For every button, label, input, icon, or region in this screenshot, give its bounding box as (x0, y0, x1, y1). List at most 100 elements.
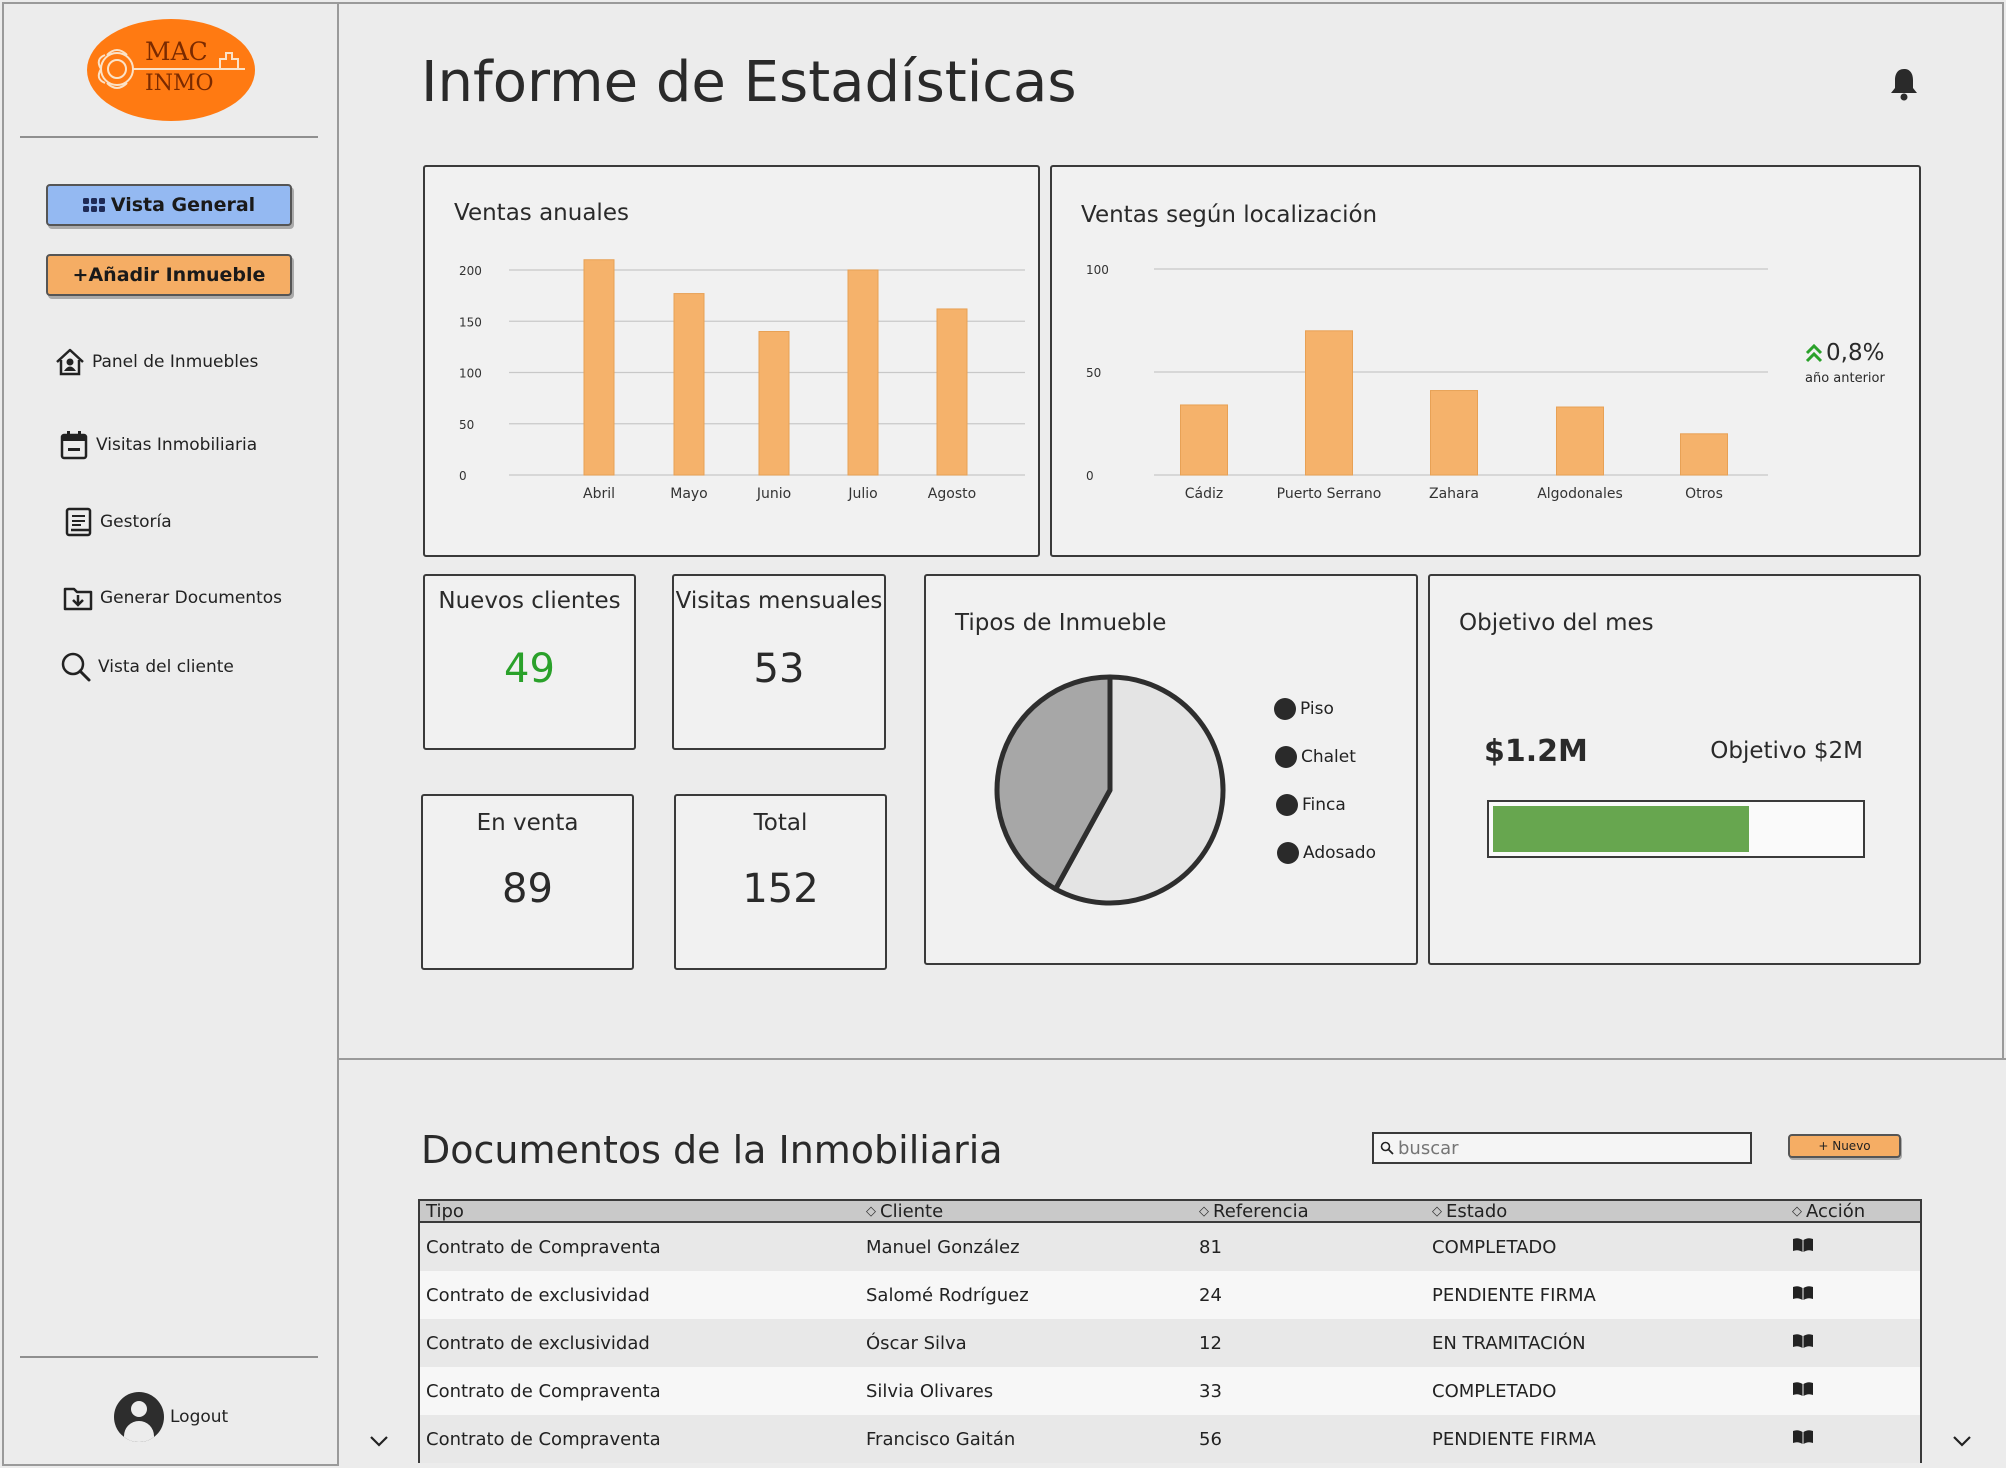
cell-estado: COMPLETADO (1432, 1380, 1557, 1402)
logo[interactable]: MAC INMO (87, 19, 255, 121)
table-row[interactable]: Contrato de Compraventa Silvia Olivares … (420, 1367, 1920, 1415)
column-label: Tipo (426, 1200, 464, 1222)
logo-text-top: MAC (145, 37, 208, 66)
cell-referencia: 33 (1199, 1380, 1222, 1402)
sidebar-item-documents[interactable]: Generar Documentos (62, 582, 282, 614)
bell-icon[interactable] (1888, 66, 1920, 102)
column-header-accion[interactable]: ◇ Acción (1786, 1201, 1920, 1222)
cell-accion (1786, 1285, 1920, 1306)
cell-referencia: 56 (1199, 1428, 1222, 1450)
x-tick-label: Otros (1685, 486, 1723, 502)
annual-sales-chart: 0 50 100 150 200 Abril Mayo Junio Julio Agosto (459, 259, 1025, 502)
chevron-down-icon[interactable] (368, 1434, 390, 1448)
legend-item: Adosado (1277, 842, 1376, 864)
location-sales-card: Ventas según localización 0 50 100 Cádiz Pue… (1050, 165, 1921, 557)
new-clients-label: Nuevos clientes (438, 588, 621, 614)
sort-icon: ◇ (866, 1203, 876, 1219)
total-value: 152 (742, 866, 819, 912)
cell-tipo: Contrato de Compraventa (426, 1428, 661, 1450)
cell-cliente: Silvia Olivares (866, 1380, 994, 1402)
column-label: Acción (1806, 1200, 1866, 1222)
new-document-button[interactable]: + Nuevo (1788, 1134, 1901, 1158)
column-header-cliente[interactable]: ◇ Cliente (860, 1201, 1193, 1222)
logout-button[interactable]: Logout (114, 1392, 228, 1442)
annual-sales-card: Ventas anuales 0 50 100 150 200 Abril Mayo Juni… (423, 165, 1040, 557)
logo-text-bottom: INMO (145, 71, 214, 96)
change-value: 0,8% (1826, 340, 1885, 366)
page-title: Informe de Estadísticas (421, 50, 1077, 115)
goal-progress-bar (1487, 800, 1865, 858)
sidebar-item-client-view[interactable]: Vista del cliente (60, 651, 234, 683)
cell-estado: PENDIENTE FIRMA (1432, 1428, 1596, 1450)
chevron-down-icon[interactable] (1951, 1434, 1973, 1448)
for-sale-card: En venta 89 (421, 794, 634, 970)
cell-estado: EN TRAMITACIÓN (1432, 1332, 1586, 1354)
sidebar-item-visits[interactable]: Visitas Inmobiliaria (58, 429, 257, 461)
sidebar-divider-top (20, 136, 318, 138)
column-header-tipo[interactable]: Tipo (420, 1201, 860, 1222)
sidebar: MAC INMO Vista General +Añadir Inmueble … (2, 2, 339, 1466)
book-icon[interactable] (1792, 1333, 1814, 1349)
goal-current-value: $1.2M (1484, 734, 1588, 769)
sidebar-item-label: Visitas Inmobiliaria (96, 435, 258, 455)
cell-cliente: Francisco Gaitán (866, 1428, 1016, 1450)
bar (583, 259, 615, 476)
add-property-button[interactable]: +Añadir Inmueble (46, 254, 292, 296)
x-tick-label: Algodonales (1537, 486, 1623, 502)
book-icon[interactable] (1792, 1285, 1814, 1301)
table-row[interactable]: Contrato de exclusividad Óscar Silva 12 … (420, 1319, 1920, 1367)
y-tick-label: 0 (1086, 469, 1094, 483)
sidebar-item-label: Panel de Inmuebles (92, 352, 259, 372)
goal-target-value: Objetivo $2M (1710, 738, 1863, 764)
property-types-pie (994, 674, 1226, 906)
sidebar-item-gestoria[interactable]: Gestoría (62, 506, 172, 538)
new-clients-value: 49 (504, 646, 555, 692)
section-divider (339, 1058, 2006, 1060)
home-user-icon (56, 348, 84, 376)
table-row[interactable]: Contrato de exclusividad Salomé Rodrígue… (420, 1271, 1920, 1319)
logout-label: Logout (170, 1407, 229, 1427)
cell-cliente: Manuel González (866, 1236, 1020, 1258)
legend-dot (1275, 746, 1297, 768)
legend-dot (1274, 698, 1296, 720)
x-tick-label: Junio (756, 486, 791, 502)
y-tick-label: 0 (459, 469, 467, 483)
cell-accion (1786, 1237, 1920, 1258)
book-icon[interactable] (1792, 1429, 1814, 1445)
goal-progress-fill (1493, 806, 1750, 852)
overview-button[interactable]: Vista General (46, 184, 292, 226)
y-tick-label: 50 (1086, 366, 1101, 380)
y-tick-label: 100 (459, 367, 482, 381)
avatar (114, 1392, 164, 1442)
location-sales-chart: 0 50 100 Cádiz Puerto Serrano Zahara Algodonal… (1086, 263, 1768, 502)
x-tick-label: Abril (583, 486, 615, 502)
sidebar-item-label: Generar Documentos (100, 588, 282, 608)
bar (673, 293, 705, 476)
book-icon[interactable] (1792, 1381, 1814, 1397)
cell-accion (1786, 1333, 1920, 1354)
table-row[interactable]: Contrato de Compraventa Manuel González … (420, 1223, 1920, 1271)
cell-tipo: Contrato de Compraventa (426, 1236, 661, 1258)
bar (1305, 330, 1353, 476)
search-field[interactable] (1372, 1132, 1752, 1164)
table-row[interactable]: Contrato de Compraventa Francisco Gaitán… (420, 1415, 1920, 1463)
new-clients-card: Nuevos clientes 49 (423, 574, 636, 750)
bar (847, 269, 879, 476)
documents-table: Tipo ◇ Cliente ◇ Referencia ◇ Estado ◇ Acció… (418, 1199, 1922, 1463)
legend-label: Piso (1300, 699, 1334, 719)
column-header-estado[interactable]: ◇ Estado (1426, 1201, 1786, 1222)
change-note: año anterior (1805, 371, 1885, 386)
notebook-icon (65, 507, 92, 537)
sidebar-item-properties[interactable]: Panel de Inmuebles (54, 346, 258, 378)
book-icon[interactable] (1792, 1237, 1814, 1253)
bar (1556, 406, 1604, 476)
column-header-referencia[interactable]: ◇ Referencia (1193, 1201, 1426, 1222)
cell-estado: COMPLETADO (1432, 1236, 1557, 1258)
legend-dot (1276, 794, 1298, 816)
search-input[interactable] (1398, 1137, 1738, 1159)
bar (1180, 404, 1228, 476)
cell-tipo: Contrato de exclusividad (426, 1332, 650, 1354)
legend-label: Finca (1302, 795, 1346, 815)
bar (936, 308, 968, 476)
x-tick-label: Cádiz (1185, 486, 1223, 502)
